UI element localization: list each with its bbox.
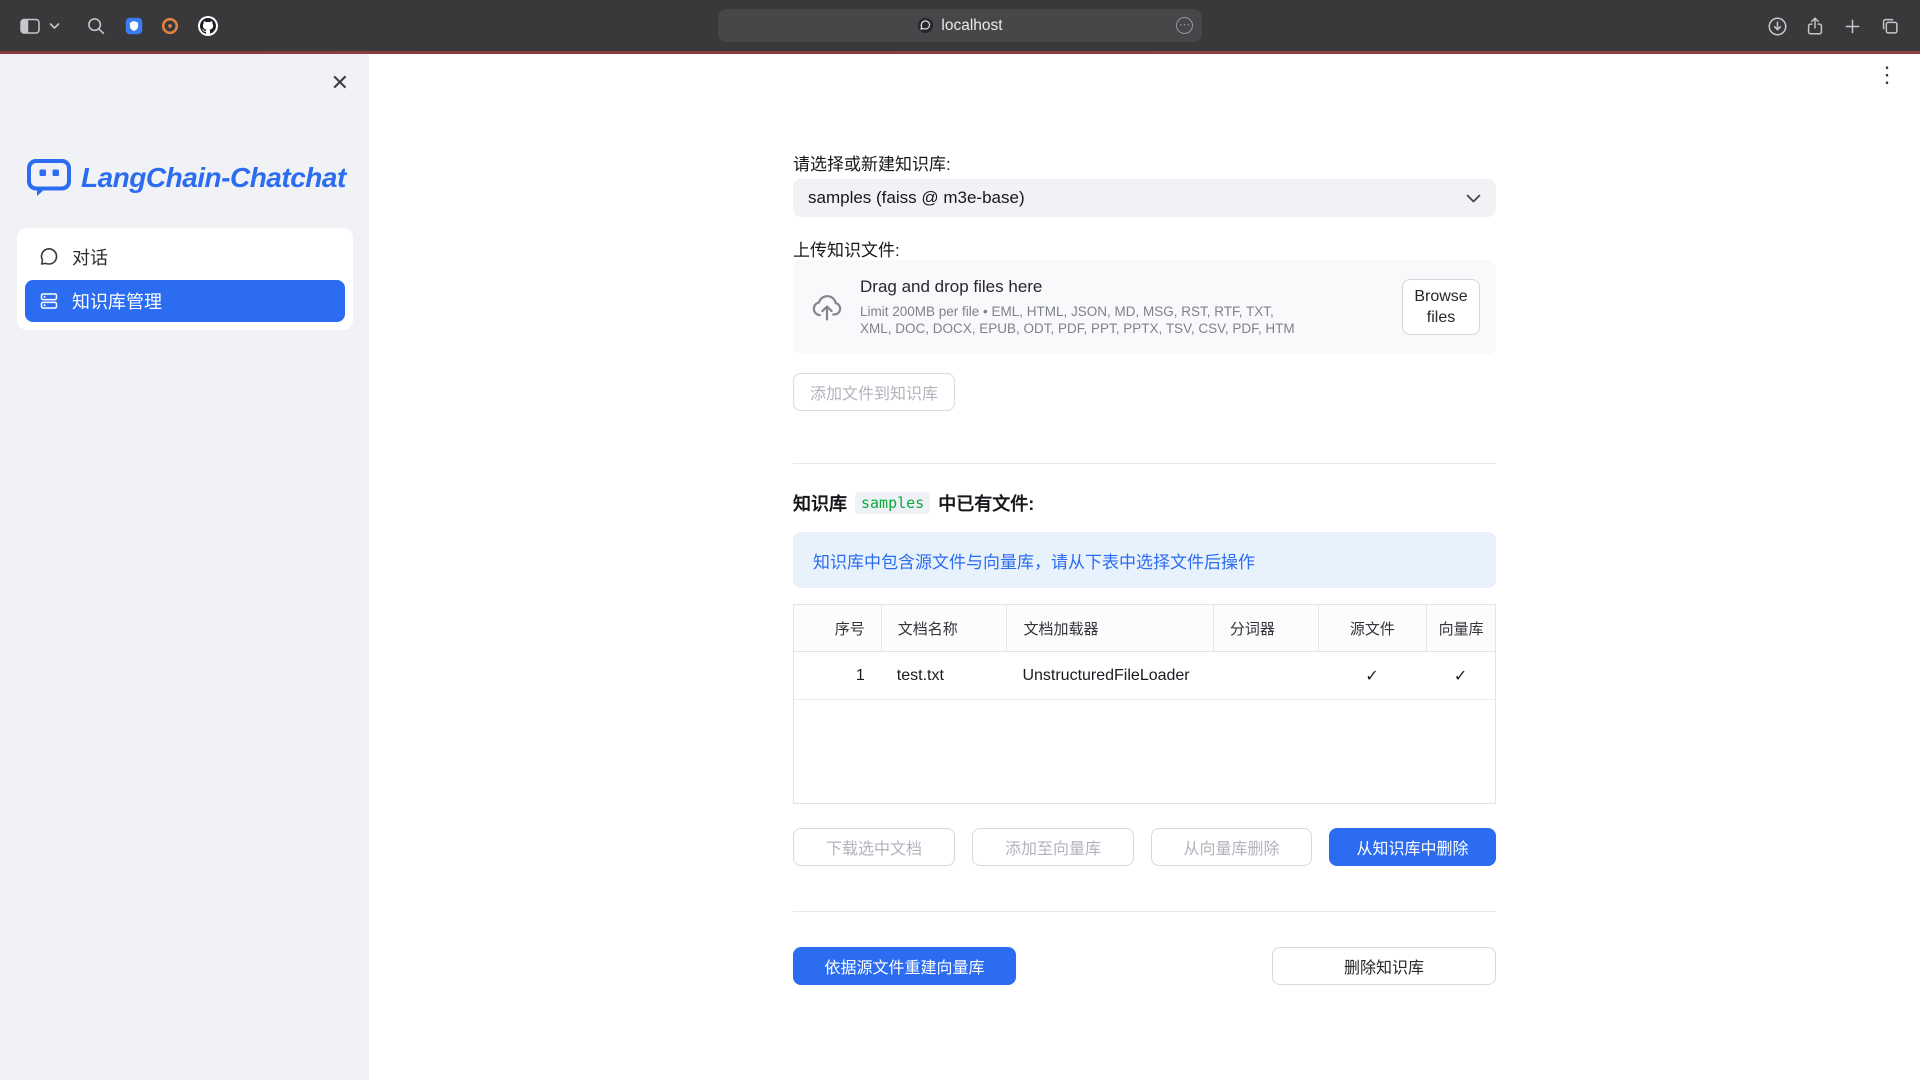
- download-icon: [1766, 15, 1789, 38]
- sidebar-item-dialogue[interactable]: 对话: [25, 236, 345, 278]
- shield-extension-icon: [123, 15, 145, 37]
- page-settings-icon[interactable]: ⋯: [1176, 17, 1193, 34]
- sidebar-close-icon[interactable]: ✕: [331, 72, 349, 94]
- plus-icon: [1842, 16, 1863, 37]
- col-header-name[interactable]: 文档名称: [881, 605, 1007, 651]
- col-header-loader[interactable]: 文档加载器: [1006, 605, 1212, 651]
- remove-from-vector-store-button[interactable]: 从向量库删除: [1151, 828, 1312, 866]
- address-bar[interactable]: localhost ⋯: [718, 9, 1202, 42]
- table-row[interactable]: 1 test.txt UnstructuredFileLoader ✓ ✓: [794, 652, 1495, 700]
- brand-name: LangChain-Chatchat: [81, 162, 346, 194]
- search-button[interactable]: [78, 8, 114, 44]
- browse-files-button[interactable]: Browse files: [1402, 279, 1480, 335]
- search-icon: [85, 15, 107, 37]
- cloud-upload-icon: [809, 291, 845, 323]
- sidebar: ✕ LangChain-Chatchat 对话: [0, 54, 369, 1080]
- heading-prefix: 知识库: [793, 490, 847, 516]
- col-header-splitter[interactable]: 分词器: [1213, 605, 1318, 651]
- chat-bubble-icon: [39, 247, 59, 267]
- main-content: ⋮ 请选择或新建知识库: samples (faiss @ m3e-base) …: [369, 54, 1920, 1080]
- knowledge-base-stack-icon: [39, 291, 59, 311]
- cell-loader: UnstructuredFileLoader: [1006, 652, 1212, 699]
- cell-name: test.txt: [881, 652, 1007, 699]
- sidebar-menu: 对话 知识库管理: [17, 228, 353, 330]
- extension-button-github[interactable]: [190, 8, 226, 44]
- dropzone-title: Drag and drop files here: [860, 277, 1388, 297]
- file-dropzone[interactable]: Drag and drop files here Limit 200MB per…: [793, 260, 1496, 354]
- cell-splitter: [1213, 652, 1318, 699]
- chevron-down-icon: [49, 22, 60, 30]
- share-button[interactable]: [1797, 8, 1833, 44]
- sidebar-menu-chevron[interactable]: [44, 8, 64, 44]
- sidebar-toggle-button[interactable]: [12, 8, 48, 44]
- cell-index: 1: [794, 652, 881, 699]
- col-header-vector[interactable]: 向量库: [1426, 605, 1495, 651]
- download-selected-button[interactable]: 下载选中文档: [793, 828, 955, 866]
- sidebar-item-label: 对话: [72, 244, 108, 270]
- kb-select[interactable]: samples (faiss @ m3e-base): [793, 179, 1496, 217]
- tabs-icon: [1879, 15, 1901, 37]
- sidebar-panel-icon: [18, 14, 42, 38]
- info-banner: 知识库中包含源文件与向量库，请从下表中选择文件后操作: [793, 532, 1496, 588]
- chevron-down-icon: [1466, 194, 1481, 203]
- cell-source-check: ✓: [1318, 652, 1427, 699]
- col-header-index[interactable]: 序号: [794, 605, 881, 651]
- browser-toolbar: localhost ⋯: [0, 0, 1920, 51]
- rebuild-vector-store-button[interactable]: 依据源文件重建向量库: [793, 947, 1016, 985]
- add-files-to-kb-button[interactable]: 添加文件到知识库: [793, 373, 955, 411]
- kb-select-label: 请选择或新建知识库:: [793, 150, 1496, 174]
- add-to-vector-store-button[interactable]: 添加至向量库: [972, 828, 1134, 866]
- delete-from-kb-button[interactable]: 从知识库中删除: [1329, 828, 1496, 866]
- kb-bottom-actions: 依据源文件重建向量库 删除知识库: [793, 947, 1496, 985]
- delete-kb-button[interactable]: 删除知识库: [1272, 947, 1496, 985]
- info-text: 知识库中包含源文件与向量库，请从下表中选择文件后操作: [813, 548, 1255, 573]
- kb-select-value: samples (faiss @ m3e-base): [808, 188, 1025, 208]
- extension-button-blue[interactable]: [116, 8, 152, 44]
- kb-files-heading: 知识库 samples 中已有文件:: [793, 490, 1496, 516]
- github-icon: [196, 14, 220, 38]
- dropzone-limit-text: Limit 200MB per file • EML, HTML, JSON, …: [860, 303, 1300, 337]
- upload-label: 上传知识文件:: [793, 236, 1496, 260]
- sidebar-item-knowledge-base[interactable]: 知识库管理: [25, 280, 345, 322]
- url-text: localhost: [941, 17, 1002, 35]
- col-header-source[interactable]: 源文件: [1318, 605, 1427, 651]
- brand-logo: LangChain-Chatchat: [26, 158, 346, 198]
- share-icon: [1804, 15, 1826, 37]
- site-favicon: [917, 17, 934, 34]
- dropzone-instructions: Drag and drop files here Limit 200MB per…: [860, 277, 1402, 337]
- downloads-button[interactable]: [1759, 8, 1795, 44]
- heading-suffix: 中已有文件:: [938, 490, 1034, 516]
- cell-vector-check: ✓: [1426, 652, 1495, 699]
- new-tab-button[interactable]: [1834, 8, 1870, 44]
- kb-name-code: samples: [855, 492, 930, 514]
- ring-extension-icon: [159, 15, 181, 37]
- chatchat-logo-icon: [26, 158, 72, 198]
- tab-overview-button[interactable]: [1872, 8, 1908, 44]
- divider: [793, 911, 1496, 912]
- divider: [793, 463, 1496, 464]
- table-actions: 下载选中文档 添加至向量库 从向量库删除 从知识库中删除: [793, 828, 1496, 866]
- files-table: 序号 文档名称 文档加载器 分词器 源文件 向量库 1 test.txt Uns…: [793, 604, 1496, 804]
- sidebar-item-label: 知识库管理: [72, 288, 162, 314]
- extension-button-orange[interactable]: [152, 8, 188, 44]
- app-menu-icon[interactable]: ⋮: [1876, 64, 1898, 86]
- table-header-row: 序号 文档名称 文档加载器 分词器 源文件 向量库: [794, 605, 1495, 652]
